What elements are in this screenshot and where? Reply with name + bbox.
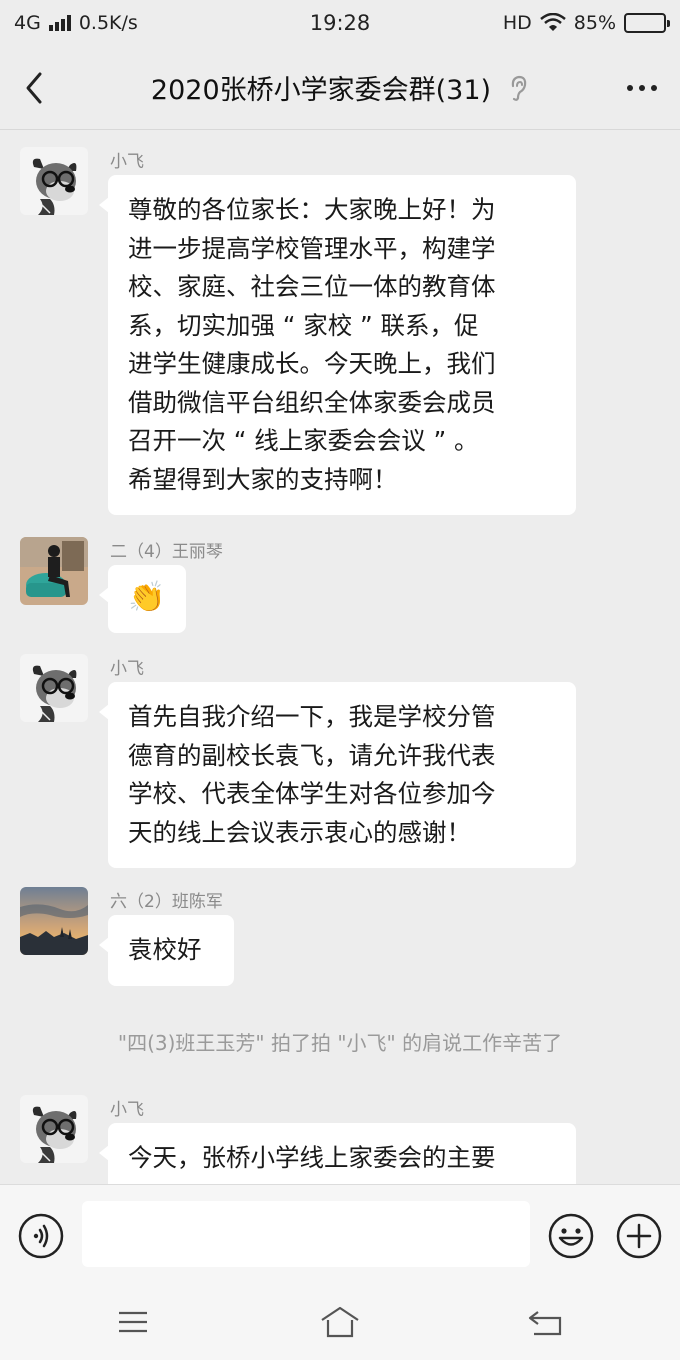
dog-avatar[interactable]: [20, 1095, 88, 1163]
chat-message: 小飞 今天，张桥小学线上家委会的主要 议题有：: [20, 1095, 660, 1184]
system-tip: "四(3)班王玉芳" 拍了拍 "小飞" 的肩说工作辛苦了: [117, 1031, 563, 1055]
message-bubble[interactable]: 👏: [99, 565, 186, 633]
network-type: 4G: [14, 12, 41, 34]
signal-icon: [48, 15, 71, 31]
more-icon[interactable]: [624, 74, 660, 102]
header-title-group: 2020张桥小学家委会群(31): [151, 68, 529, 107]
plus-icon[interactable]: [616, 1213, 662, 1259]
network-speed: 0.5K/s: [78, 12, 138, 34]
input-bar: [0, 1184, 680, 1284]
message-bubble[interactable]: 首先自我介绍一下，我是学校分管 德育的副校长袁飞，请允许我代表 学校、代表全体学…: [99, 682, 576, 868]
voice-icon[interactable]: [18, 1213, 64, 1259]
message-bubble[interactable]: 袁校好: [99, 915, 234, 986]
chevron-left-icon[interactable]: [20, 70, 50, 106]
wifi-icon: [539, 13, 566, 31]
dog-avatar[interactable]: [20, 147, 88, 215]
chat-message: 小飞 尊敬的各位家长：大家晚上好！为 进一步提高学校管理水平，构建学 校、家庭、…: [20, 147, 660, 527]
sender-name: 小飞: [110, 1100, 144, 1120]
battery-icon: [624, 13, 670, 33]
person-chair-avatar[interactable]: [20, 537, 88, 605]
chat-title: 2020张桥小学家委会群(31): [150, 75, 492, 106]
sender-name: 小飞: [110, 659, 144, 679]
sender-name: 二（4）王丽琴: [110, 542, 223, 562]
chat-message: 六（2）班陈军 袁校好: [20, 887, 660, 997]
ear-icon: [511, 75, 527, 101]
message-bubble[interactable]: 尊敬的各位家长：大家晚上好！为 进一步提高学校管理水平，构建学 校、家庭、社会三…: [99, 175, 576, 515]
sunset-avatar[interactable]: [20, 887, 88, 955]
home-icon[interactable]: [318, 1304, 362, 1340]
back-icon[interactable]: [524, 1304, 568, 1340]
menu-icon[interactable]: [111, 1304, 155, 1340]
sender-name: 六（2）班陈军: [110, 892, 223, 912]
message-input[interactable]: [82, 1201, 530, 1267]
status-left: 4G 0.5K/s: [14, 12, 138, 34]
status-right: HD 85%: [502, 12, 670, 34]
message-bubble[interactable]: 今天，张桥小学线上家委会的主要 议题有：: [99, 1123, 576, 1184]
emoji-icon[interactable]: [548, 1213, 594, 1259]
chat-message: 小飞 首先自我介绍一下，我是学校分管 德育的副校长袁飞，请允许我代表 学校、代表…: [20, 654, 660, 874]
chat-area[interactable]: 小飞 尊敬的各位家长：大家晚上好！为 进一步提高学校管理水平，构建学 校、家庭、…: [0, 131, 680, 1184]
hd-indicator: HD: [502, 12, 532, 34]
system-nav-bar: [0, 1284, 680, 1360]
chat-header: 2020张桥小学家委会群(31): [0, 46, 680, 130]
battery-percent: 85%: [573, 12, 616, 34]
chat-message: 二（4）王丽琴 👏: [20, 537, 660, 637]
dog-avatar[interactable]: [20, 654, 88, 722]
status-bar: 4G 0.5K/s 19:28 HD 85%: [0, 0, 680, 46]
sender-name: 小飞: [110, 152, 144, 172]
